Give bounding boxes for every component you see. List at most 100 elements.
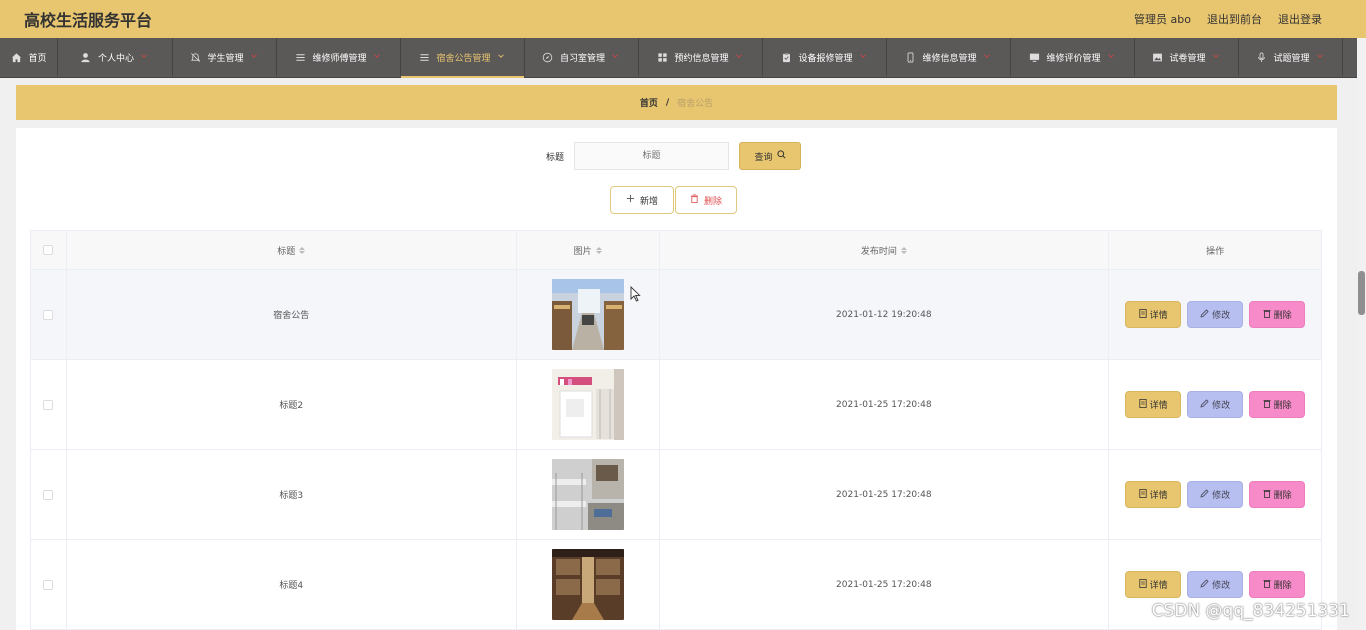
main-content: 标题 查询 新增 删除 标题 图片 发布时间 操作 <box>16 128 1337 630</box>
nav-item[interactable]: 试题管理 <box>1239 38 1343 76</box>
select-all-checkbox[interactable] <box>43 245 54 255</box>
delete-button[interactable]: 删除 <box>1249 391 1306 418</box>
nav-item[interactable]: 维修信息管理 <box>887 38 1011 76</box>
nav-item[interactable]: 自习室管理 <box>525 38 639 76</box>
title-cell: 宿舍公告 <box>66 270 517 360</box>
watermark: CSDN @qq_834251331 <box>1151 601 1350 621</box>
delete-label: 删除 <box>1273 581 1292 591</box>
nav-item[interactable]: 个人中心 <box>58 38 173 76</box>
row-time: 2021-01-12 19:20:48 <box>836 309 932 320</box>
delete-label: 删除 <box>1273 401 1292 411</box>
time-cell: 2021-01-12 19:20:48 <box>659 270 1110 360</box>
edit-button[interactable]: 修改 <box>1187 391 1244 418</box>
detail-button[interactable]: 详情 <box>1125 301 1182 328</box>
title-cell: 标题4 <box>66 540 517 630</box>
document-icon <box>1138 578 1147 591</box>
search-button[interactable]: 查询 <box>739 142 801 170</box>
title-cell: 标题3 <box>66 450 517 540</box>
delete-button[interactable]: 删除 <box>1249 481 1306 508</box>
column-image[interactable]: 图片 <box>516 231 660 270</box>
detail-button[interactable]: 详情 <box>1125 391 1182 418</box>
row-checkbox[interactable] <box>43 579 54 590</box>
nav-item[interactable]: 宿舍公告管理 <box>401 38 525 78</box>
document-icon <box>1138 488 1147 501</box>
announcement-table: 标题 图片 发布时间 操作 宿舍公告 2021-01-12 19:20:48 详情修… <box>30 230 1322 630</box>
table-row: 标题4 2021-01-25 17:20:48 详情 修改 删除 <box>31 540 1322 630</box>
title-cell: 标题2 <box>66 360 517 450</box>
edit-button[interactable]: 修改 <box>1187 481 1244 508</box>
select-all-cell <box>31 231 67 270</box>
search-input[interactable] <box>574 142 729 170</box>
chevron-down-icon <box>140 52 150 62</box>
search-button-label: 查询 <box>754 152 773 163</box>
nav-item[interactable]: 试卷管理 <box>1135 38 1239 76</box>
chevron-down-icon <box>373 52 383 62</box>
sort-icon <box>595 246 602 254</box>
detail-button[interactable]: 详情 <box>1125 481 1182 508</box>
front-page-link[interactable]: 退出到前台 <box>1207 11 1262 27</box>
row-title: 标题4 <box>279 581 304 591</box>
column-time[interactable]: 发布时间 <box>659 231 1110 270</box>
chevron-down-icon <box>1212 52 1222 62</box>
logout-link[interactable]: 退出登录 <box>1278 11 1322 27</box>
edit-button[interactable]: 修改 <box>1187 571 1244 598</box>
nav-item[interactable]: 维修师傅管理 <box>277 38 401 76</box>
detail-label: 详情 <box>1149 311 1168 321</box>
trash-icon <box>1263 489 1271 501</box>
time-cell: 2021-01-25 17:20:48 <box>659 360 1110 450</box>
column-title[interactable]: 标题 <box>66 231 517 270</box>
row-title: 标题2 <box>279 401 304 411</box>
row-select-cell <box>31 360 67 450</box>
chevron-down-icon <box>497 52 507 62</box>
row-checkbox[interactable] <box>43 309 54 320</box>
pencil-icon <box>1200 398 1209 411</box>
pencil-icon <box>1200 308 1209 321</box>
dorm-photo[interactable] <box>551 369 624 440</box>
trash-icon <box>1263 309 1271 321</box>
breadcrumb-home[interactable]: 首页 <box>640 96 658 109</box>
dorm-photo[interactable] <box>551 279 624 350</box>
row-select-cell <box>31 540 67 630</box>
nav-item-label: 自习室管理 <box>559 53 605 64</box>
page-scrollbar[interactable] <box>1357 38 1366 630</box>
mouse-cursor-icon <box>630 285 641 306</box>
nav-item[interactable]: 首页 <box>0 38 58 76</box>
delete-button[interactable]: 删除 <box>1249 571 1306 598</box>
nav-item-label: 试卷管理 <box>1169 53 1206 64</box>
scrollbar-thumb[interactable] <box>1358 271 1365 315</box>
add-button[interactable]: 新增 <box>610 186 674 214</box>
sort-icon <box>900 246 907 254</box>
column-image-label: 图片 <box>573 246 592 257</box>
edit-button[interactable]: 修改 <box>1187 301 1244 328</box>
trash-icon <box>690 194 699 206</box>
chevron-down-icon <box>250 52 260 62</box>
dorm-photo[interactable] <box>551 459 624 530</box>
batch-delete-button[interactable]: 删除 <box>675 186 737 214</box>
delete-button[interactable]: 删除 <box>1249 301 1306 328</box>
row-title: 宿舍公告 <box>273 311 310 321</box>
chevron-down-icon <box>1316 52 1326 62</box>
row-time: 2021-01-25 17:20:48 <box>836 579 932 590</box>
nav-item[interactable]: 设备报修管理 <box>763 38 887 76</box>
nav-item[interactable]: 预约信息管理 <box>639 38 763 76</box>
nav-item[interactable]: 学生管理 <box>173 38 277 76</box>
add-button-label: 新增 <box>639 196 658 207</box>
nav-item-label: 预约信息管理 <box>674 53 729 64</box>
clipboard-icon <box>780 51 792 63</box>
actions-cell: 详情 修改 删除 <box>1109 270 1322 360</box>
trash-icon <box>1263 399 1271 411</box>
row-checkbox[interactable] <box>43 489 54 500</box>
chevron-down-icon <box>1107 52 1117 62</box>
dorm-photo[interactable] <box>551 549 624 620</box>
edit-label: 修改 <box>1212 311 1231 321</box>
action-row: 新增 删除 <box>610 186 737 214</box>
monitor-icon <box>1028 51 1040 63</box>
row-select-cell <box>31 450 67 540</box>
row-time: 2021-01-25 17:20:48 <box>836 489 932 500</box>
breadcrumb-current: 宿舍公告 <box>677 99 714 109</box>
detail-button[interactable]: 详情 <box>1125 571 1182 598</box>
actions-cell: 详情 修改 删除 <box>1109 450 1322 540</box>
nav-item[interactable]: 维修评价管理 <box>1011 38 1135 76</box>
row-checkbox[interactable] <box>43 399 54 410</box>
table-header: 标题 图片 发布时间 操作 <box>31 231 1322 270</box>
